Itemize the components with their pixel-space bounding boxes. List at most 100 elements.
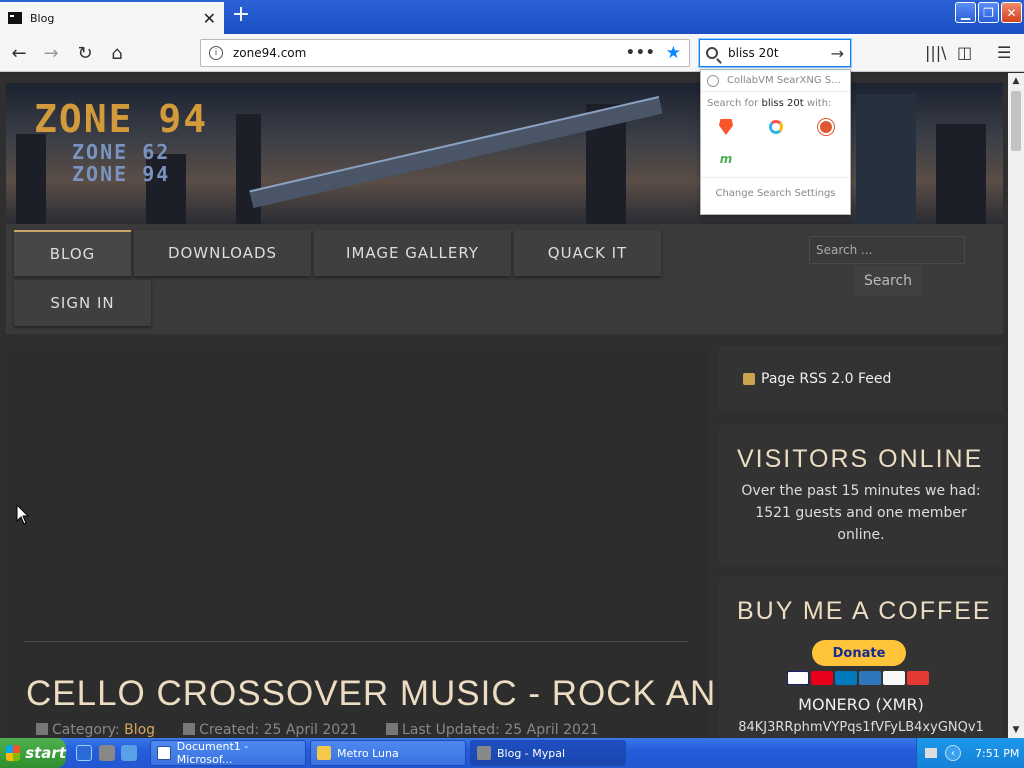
monero-label: MONERO (XMR) <box>798 695 924 714</box>
calendar-icon <box>183 723 196 735</box>
clock[interactable]: 7:51 PM <box>975 747 1019 760</box>
taskbar-item-word[interactable]: Document1 - Microsof... <box>150 740 306 766</box>
article-category: Category: Blog <box>36 722 155 738</box>
mypal-icon <box>477 746 491 760</box>
keyboard-icon[interactable] <box>925 748 937 758</box>
visa-icon <box>787 671 809 685</box>
site-logo-sub: ZONE 62 ZONE 94 <box>72 141 170 185</box>
ie-icon[interactable] <box>76 745 92 761</box>
site-logo[interactable]: ZONE 94 <box>34 97 208 141</box>
rss-link[interactable]: Page RSS 2.0 Feed <box>761 371 891 387</box>
sidebar-icon[interactable]: ◫ <box>957 43 972 62</box>
engine-mojeek[interactable]: m <box>701 149 751 169</box>
site-info-icon[interactable]: i <box>209 46 223 60</box>
site-favicon-icon <box>8 12 22 24</box>
chevron-left-icon[interactable]: ‹ <box>945 745 961 761</box>
mojeek-icon: m <box>719 152 733 166</box>
search-suggestion[interactable]: CollabVM SearXNG S... <box>701 70 850 92</box>
engine-duckduckgo[interactable] <box>801 117 851 137</box>
search-icon <box>706 47 718 59</box>
taskbar-item-browser[interactable]: Blog - Mypal <box>470 740 626 766</box>
menu-item-image-gallery[interactable]: IMAGE GALLERY <box>314 230 511 276</box>
search-input[interactable]: bliss 20t <box>728 46 831 60</box>
qwant-icon <box>769 120 783 134</box>
taskbar-item-label: Metro Luna <box>337 746 399 760</box>
building <box>936 124 986 224</box>
article-area: CELLO CROSSOVER MUSIC - ROCK AND METAL C… <box>6 346 871 738</box>
visitors-text: Over the past 15 minutes we had: 1521 gu… <box>741 483 981 543</box>
building <box>856 94 916 224</box>
menu-icon[interactable]: ☰ <box>997 43 1011 62</box>
back-button[interactable]: ← <box>6 40 32 66</box>
system-tray: ‹ 7:51 PM <box>916 738 1024 768</box>
tab-title: Blog <box>30 11 55 25</box>
donate-button[interactable]: Donate <box>812 640 906 666</box>
folder-icon <box>36 723 48 735</box>
created-date: Created: 25 April 2021 <box>199 722 358 738</box>
scroll-down-icon[interactable]: ▼ <box>1008 722 1024 738</box>
suggestion-text[interactable]: CollabVM SearXNG S... <box>727 75 841 86</box>
coffee-box: BUY ME A COFFEE Donate MONERO (XMR) 84KJ… <box>719 577 1003 738</box>
new-tab-button[interactable]: + <box>230 4 252 28</box>
tab-bar: Blog ✕ + ▁ ❐ ✕ <box>0 0 1024 34</box>
engine-brave[interactable] <box>701 117 751 137</box>
logo-sub-line2: ZONE 94 <box>72 162 171 186</box>
search-go-icon[interactable]: → <box>831 44 844 63</box>
calendar-icon <box>385 723 398 735</box>
engine-qwant[interactable] <box>751 117 801 137</box>
web-page: ZONE 94 ZONE 62 ZONE 94 BLOG DOWNLOADS I… <box>0 73 1008 738</box>
rss-box: Page RSS 2.0 Feed <box>719 346 1003 412</box>
search-engines: m <box>701 109 850 169</box>
mastercard-icon <box>811 671 833 685</box>
article-updated: Last Updated: 25 April 2021 <box>385 722 599 738</box>
search-suggestions-popup: CollabVM SearXNG S... Search for bliss 2… <box>700 69 851 215</box>
category-link[interactable]: Blog <box>124 722 155 738</box>
tab-blog[interactable]: Blog ✕ <box>0 2 224 34</box>
page-actions-icon[interactable]: ••• <box>626 45 656 61</box>
bookmark-star-icon[interactable]: ★ <box>666 43 681 63</box>
restore-button[interactable]: ❐ <box>978 2 999 23</box>
folder-icon <box>317 746 331 760</box>
address-bar[interactable]: i zone94.com ••• ★ <box>200 39 690 67</box>
menu-item-downloads[interactable]: DOWNLOADS <box>134 230 311 276</box>
library-icon[interactable]: |||\ <box>925 43 947 62</box>
home-button[interactable]: ⌂ <box>104 40 130 66</box>
menu-item-quack-it[interactable]: QUACK IT <box>514 230 661 276</box>
taskbar-item-folder[interactable]: Metro Luna <box>310 740 466 766</box>
word-icon <box>157 746 171 760</box>
desktop-icon[interactable] <box>121 745 137 761</box>
start-label: start <box>25 744 66 762</box>
main-menu: BLOG DOWNLOADS IMAGE GALLERY QUACK IT SI… <box>6 224 1003 334</box>
brave-icon <box>719 119 733 135</box>
url-text[interactable]: zone94.com <box>233 46 626 60</box>
media-icon[interactable] <box>99 745 115 761</box>
page-scrollbar[interactable]: ▲ ▼ <box>1008 73 1024 738</box>
search-for-prefix: Search for <box>707 98 759 109</box>
site-search-input[interactable]: Search ... <box>809 236 965 264</box>
change-search-settings[interactable]: Change Search Settings <box>701 177 850 199</box>
search-bar[interactable]: bliss 20t → <box>699 39 851 67</box>
scroll-thumb[interactable] <box>1011 91 1021 151</box>
article-meta: Category: Blog Created: 25 April 2021 La… <box>36 722 599 738</box>
card-icon <box>907 671 929 685</box>
minimize-button[interactable]: ▁ <box>955 2 976 23</box>
menu-item-sign-in[interactable]: SIGN IN <box>14 280 151 326</box>
discover-icon <box>883 671 905 685</box>
maestro-icon <box>835 671 857 685</box>
taskbar-item-label: Blog - Mypal <box>497 746 566 760</box>
site-search-button[interactable]: Search <box>854 266 922 296</box>
taskbar: start Document1 - Microsof... Metro Luna… <box>0 738 1024 768</box>
menu-item-blog[interactable]: BLOG <box>14 230 131 276</box>
close-window-button[interactable]: ✕ <box>1001 2 1022 23</box>
nav-toolbar: ← → ↻ ⌂ i zone94.com ••• ★ bliss 20t → |… <box>0 34 1024 72</box>
close-tab-icon[interactable]: ✕ <box>203 9 216 28</box>
payment-cards <box>787 671 929 685</box>
forward-button[interactable]: → <box>38 40 64 66</box>
reload-button[interactable]: ↻ <box>72 40 98 66</box>
scroll-up-icon[interactable]: ▲ <box>1008 73 1024 89</box>
visitors-box: VISITORS ONLINE Over the past 15 minutes… <box>719 425 1003 565</box>
building <box>16 134 46 224</box>
start-button[interactable]: start <box>0 738 66 768</box>
windows-logo-icon <box>6 745 21 761</box>
article-created: Created: 25 April 2021 <box>183 722 358 738</box>
